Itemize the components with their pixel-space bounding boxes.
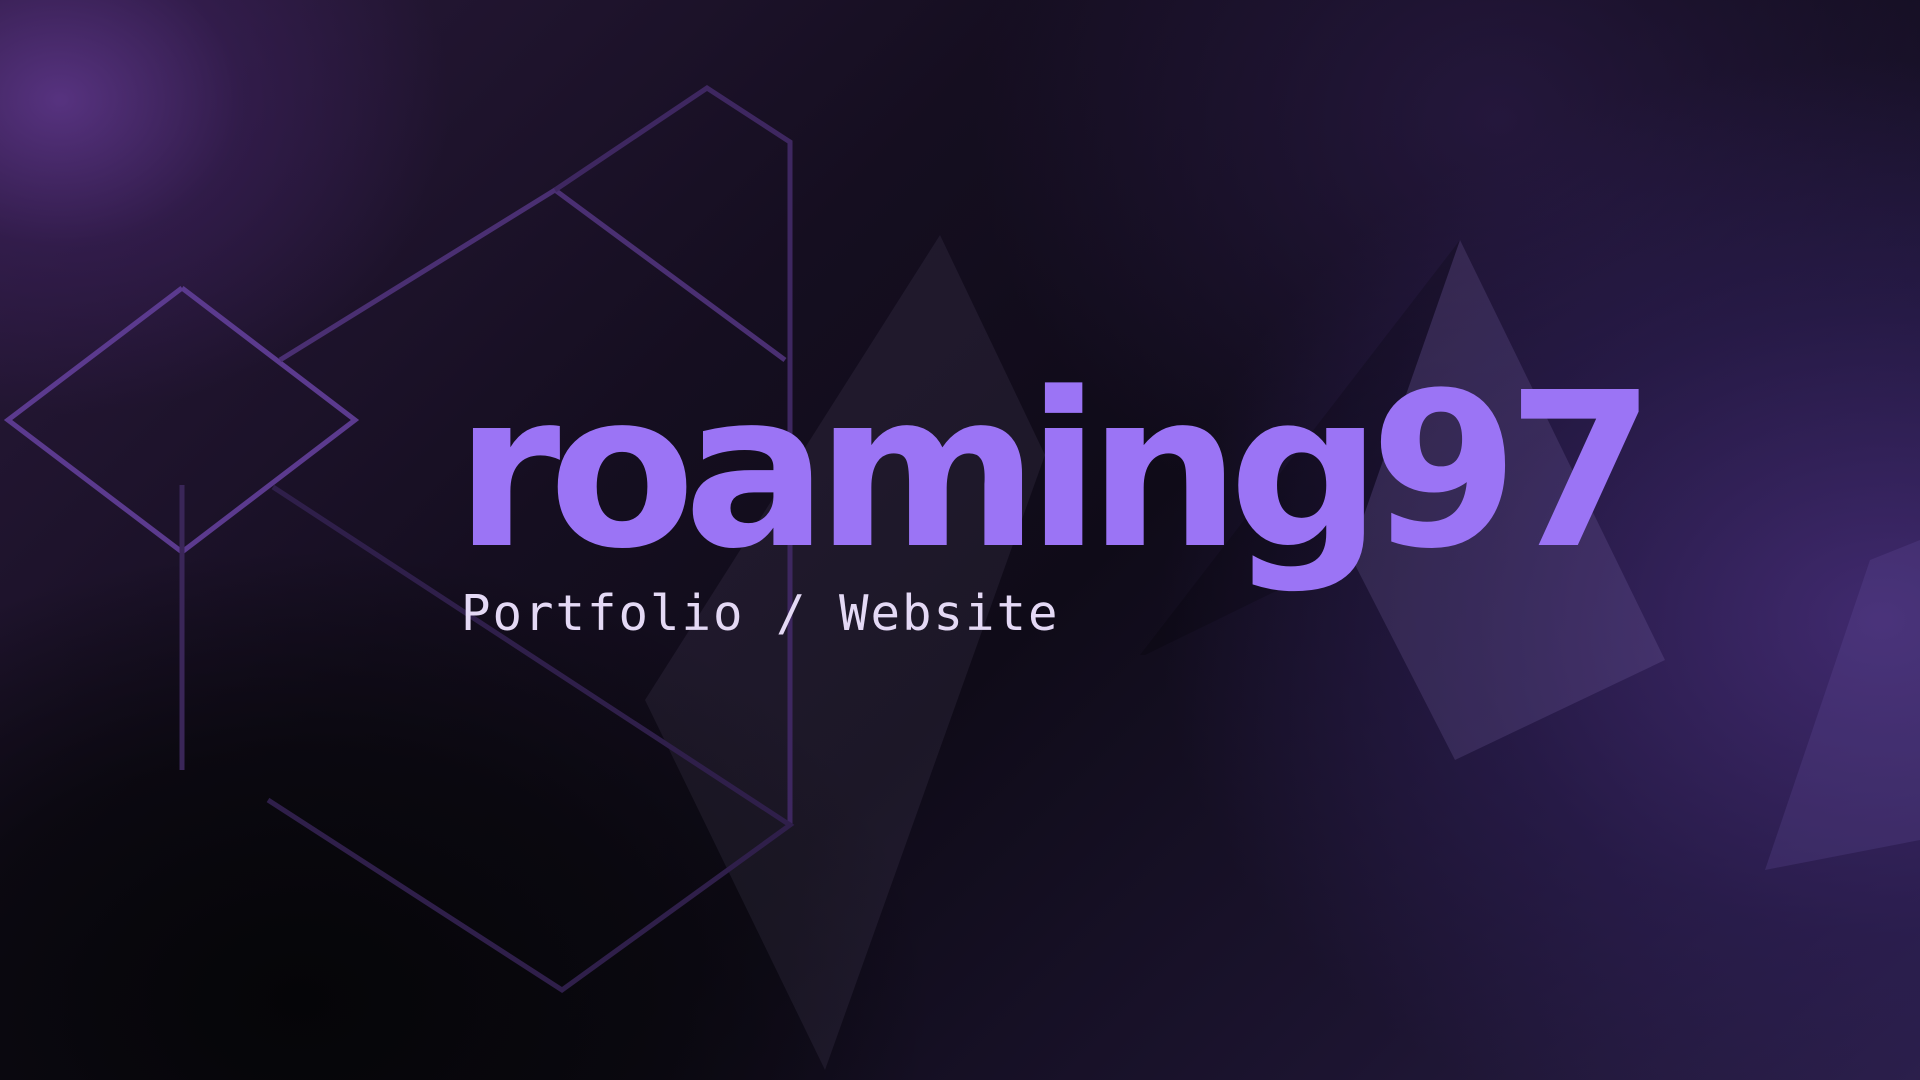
background-triangle-right (1765, 540, 1920, 870)
hero-banner: roaming97 Portfolio / Website (0, 0, 1920, 1080)
line-art-upper-chevron (278, 186, 787, 363)
brand-title: roaming97 (455, 347, 1656, 596)
title-block: roaming97 Portfolio / Website (455, 347, 1656, 641)
